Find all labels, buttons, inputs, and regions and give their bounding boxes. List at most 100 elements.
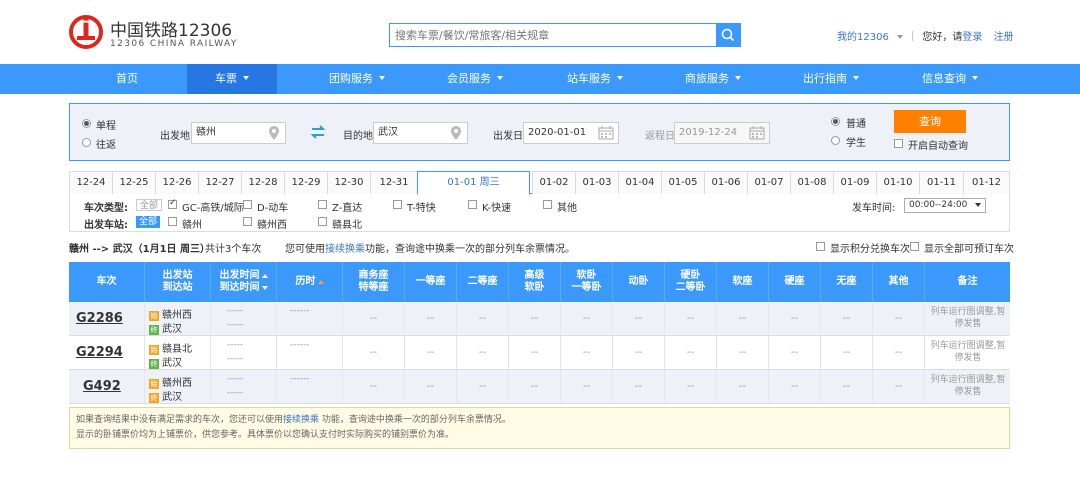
note-cell: 列车运行图调整,暂停发售: [930, 307, 1006, 329]
seat-cell: --: [343, 370, 405, 403]
table-row: G2286 始赣州西 终武汉 ----- ----- ------ -- -- …: [69, 302, 1010, 336]
nav-item-group[interactable]: 团购服务: [307, 64, 407, 94]
depart-time-select[interactable]: 00:00--24:00: [904, 198, 986, 213]
col-duration[interactable]: 历时: [277, 262, 343, 302]
seat-cell: --: [769, 302, 821, 335]
ticket-normal-radio[interactable]: [831, 117, 840, 126]
station-ganzhou-checkbox[interactable]: [168, 217, 177, 226]
date-tab[interactable]: 01-12: [963, 171, 1010, 194]
depart-time-label: 发车时间:: [852, 203, 896, 214]
date-tab-selected[interactable]: 01-01 周三: [417, 171, 530, 195]
location-pin-icon: [269, 126, 279, 140]
logo-name-cn: 中国铁路12306: [110, 21, 233, 41]
col-other: 其他: [873, 262, 925, 302]
swap-icon[interactable]: [310, 125, 326, 139]
type-t-checkbox[interactable]: [393, 200, 402, 209]
date-tab[interactable]: 01-08: [790, 171, 834, 194]
date-tab[interactable]: 12-24: [69, 171, 113, 194]
date-tab[interactable]: 12-25: [112, 171, 156, 194]
date-tab[interactable]: 01-11: [919, 171, 964, 194]
tip-line1-post: 功能，查询途中换乘一次的部分列车余票情况。: [319, 415, 511, 425]
col-times[interactable]: 出发时间 到达时间: [211, 262, 277, 302]
site-logo[interactable]: 中国铁路12306 12306 CHINA RAILWAY: [68, 14, 238, 54]
type-k-checkbox[interactable]: [468, 200, 477, 209]
tip-transfer-link[interactable]: 接续换乘: [283, 415, 319, 425]
type-other-checkbox[interactable]: [543, 200, 552, 209]
train-number-link[interactable]: G2294: [76, 345, 123, 360]
date-tab[interactable]: 01-02: [532, 171, 576, 194]
login-link[interactable]: 登录: [962, 32, 982, 43]
nav-item-guide[interactable]: 出行指南: [781, 64, 881, 94]
col-second-class: 二等座: [457, 262, 509, 302]
chevron-down-icon: [497, 76, 503, 80]
train-cell: G2286: [69, 302, 145, 335]
seat-cell: --: [873, 370, 925, 403]
chevron-down-icon: [975, 203, 981, 207]
date-tab[interactable]: 01-05: [661, 171, 705, 194]
train-number-link[interactable]: G2286: [76, 311, 123, 326]
duration-cell: ------: [277, 302, 343, 335]
return-date-input[interactable]: 2019-12-24: [674, 122, 770, 144]
show-points-checkbox[interactable]: [816, 242, 825, 251]
date-tab[interactable]: 12-28: [241, 171, 285, 194]
station-all[interactable]: 全部: [136, 216, 161, 228]
transfer-link[interactable]: 接续换乘: [325, 244, 365, 255]
my12306-link[interactable]: 我的12306: [837, 32, 889, 43]
nav-item-tickets[interactable]: 车票: [187, 64, 277, 94]
station-ganxianbei-label: 赣县北: [332, 220, 362, 231]
tip-line2: 显示的卧铺票价均为上铺票价，供您参考。具体票价以您确认支付时实际购买的铺别票价为…: [76, 430, 455, 440]
greeting-text: 您好，请: [922, 32, 963, 43]
time-cell: ----- -----: [211, 370, 277, 403]
date-tab[interactable]: 01-10: [876, 171, 920, 194]
tip-line1-pre: 如果查询结果中没有满足需求的车次，您还可以使用: [76, 415, 284, 425]
date-tab[interactable]: 12-26: [155, 171, 199, 194]
type-gc-checkbox[interactable]: [168, 198, 177, 209]
station-ganzhouxi-checkbox[interactable]: [243, 217, 252, 226]
show-all-checkbox[interactable]: [910, 242, 919, 251]
date-tab[interactable]: 12-31: [370, 171, 418, 194]
search-input[interactable]: [390, 24, 718, 46]
nav-item-member[interactable]: 会员服务: [425, 64, 525, 94]
depart-station-label: 出发车站:: [84, 220, 128, 231]
table-row: G492 始赣州西 终武汉 ----- ----- ------ -- -- -…: [69, 370, 1010, 404]
query-button[interactable]: 查询: [894, 110, 966, 133]
register-link[interactable]: 注册: [994, 32, 1014, 43]
seat-cell: --: [561, 370, 613, 403]
date-tab[interactable]: 12-29: [284, 171, 328, 194]
date-tab[interactable]: 01-09: [833, 171, 877, 194]
type-z-checkbox[interactable]: [318, 200, 327, 209]
station-ganxianbei-checkbox[interactable]: [318, 217, 327, 226]
col-soft-sleeper: 软卧 一等卧: [561, 262, 613, 302]
date-tab[interactable]: 01-06: [704, 171, 748, 194]
depart-date-input[interactable]: 2020-01-01: [523, 122, 619, 144]
trip-round-radio[interactable]: [82, 138, 91, 147]
seat-cell: --: [405, 370, 457, 403]
ticket-student-radio[interactable]: [831, 136, 840, 145]
end-station-badge: 终: [149, 359, 159, 369]
nav-item-info[interactable]: 信息查询: [900, 64, 1000, 94]
type-d-checkbox[interactable]: [243, 200, 252, 209]
sort-up-icon: [317, 280, 324, 284]
to-station-input[interactable]: 武汉: [373, 122, 468, 144]
nav-item-business[interactable]: 商旅服务: [663, 64, 763, 94]
seat-cell: --: [509, 370, 561, 403]
date-tab[interactable]: 01-04: [618, 171, 662, 194]
col-hard-sleeper: 硬卧 二等卧: [665, 262, 717, 302]
search-icon: [721, 28, 735, 42]
seat-cell: --: [821, 302, 873, 335]
date-tab[interactable]: 01-03: [575, 171, 619, 194]
train-type-all[interactable]: 全部: [136, 199, 163, 211]
trip-oneway-radio[interactable]: [82, 119, 91, 128]
from-station-input[interactable]: 赣州: [191, 122, 286, 144]
auto-query-checkbox[interactable]: [894, 139, 903, 148]
date-tab[interactable]: 12-27: [198, 171, 242, 194]
nav-item-home[interactable]: 首页: [67, 64, 187, 94]
date-tab[interactable]: 01-07: [747, 171, 791, 194]
seat-cell: --: [665, 336, 717, 369]
date-tab[interactable]: 12-30: [327, 171, 371, 194]
train-number-link[interactable]: G492: [83, 379, 121, 394]
seat-cell: --: [457, 302, 509, 335]
search-button[interactable]: [716, 24, 740, 46]
nav-item-station[interactable]: 站车服务: [545, 64, 645, 94]
seat-cell: --: [717, 336, 769, 369]
